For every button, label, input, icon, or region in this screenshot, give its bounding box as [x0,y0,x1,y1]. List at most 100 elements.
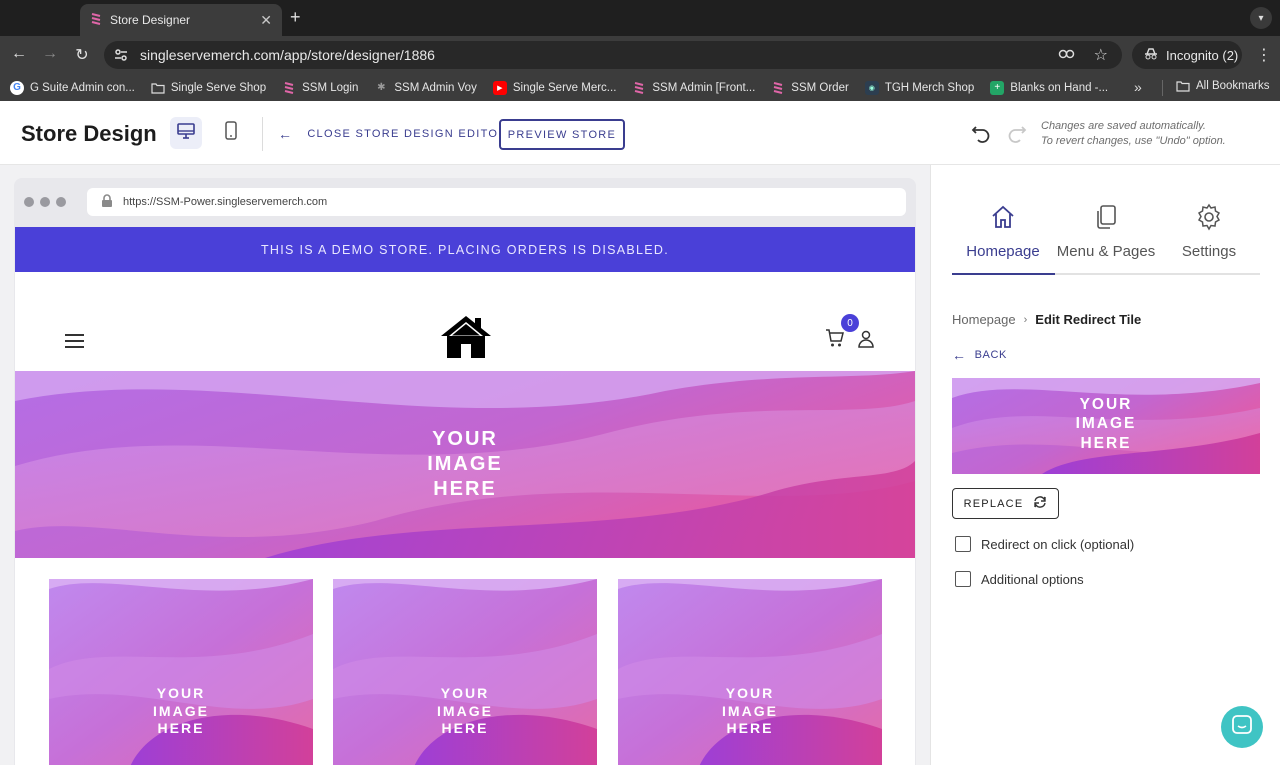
incognito-badge[interactable]: Incognito (2) [1132,41,1242,69]
browser-menu-icon[interactable]: ⋮ [1256,45,1272,65]
placeholder-line: HERE [433,478,497,500]
bookmark-item[interactable]: Single Serve Shop [151,81,266,95]
bookmark-star-icon[interactable]: ☆ [1094,45,1108,65]
image-placeholder-text: YOUR IMAGE HERE [425,685,505,738]
tab-menu-pages[interactable]: Menu & Pages [1055,201,1157,260]
store-preview[interactable]: THIS IS A DEMO STORE. PLACING ORDERS IS … [15,227,915,765]
incognito-icon [1144,47,1158,63]
additional-options-label: Additional options [981,571,1084,587]
store-header[interactable]: 0 [15,272,915,371]
reload-icon[interactable]: ↻ [72,45,92,65]
redirect-tile[interactable]: YOUR IMAGE HERE [618,579,882,765]
tab-homepage[interactable]: Homepage [952,201,1054,260]
arrow-left-icon: ← [952,347,967,363]
editor-panel: Homepage Menu & Pages Settings Homepage … [930,165,1280,765]
additional-options[interactable]: Additional options [955,571,1084,587]
forward-arrow-icon[interactable]: → [40,45,60,63]
bookmark-item[interactable]: SSM Admin [Front... [632,81,755,95]
placeholder-line: HERE [441,720,489,736]
placeholder-line: YOUR [725,685,775,701]
bookmark-item[interactable]: SSM Order [771,81,849,95]
hero-banner-image[interactable]: YOUR IMAGE HERE [15,371,915,558]
bookmark-item[interactable]: G G Suite Admin con... [10,80,135,95]
breadcrumb: Homepage › Edit Redirect Tile [952,312,1141,327]
placeholder-line: HERE [726,720,774,736]
bookmark-item[interactable]: + Blanks on Hand -... [990,80,1108,95]
breadcrumb-root[interactable]: Homepage [952,312,1016,327]
gear-icon [1158,201,1260,233]
site-info-icon[interactable] [114,48,128,62]
all-bookmarks-button[interactable]: All Bookmarks [1176,80,1270,92]
close-editor-link[interactable]: ← CLOSE STORE DESIGN EDITOR [278,126,508,142]
tab-label: Homepage [966,243,1040,260]
address-bar[interactable]: singleservemerch.com/app/store/designer/… [104,41,1122,69]
bookmark-item[interactable]: ✱ SSM Admin Voy [374,81,477,95]
back-link[interactable]: ← BACK [952,347,1007,363]
desktop-icon [176,122,196,145]
redo-icon[interactable] [1006,122,1028,150]
bookmark-item[interactable]: SSM Login [282,81,358,95]
preview-store-button[interactable]: PREVIEW STORE [499,119,625,150]
window-dots [24,197,66,207]
hamburger-menu-icon[interactable] [65,334,84,348]
browser-tab[interactable]: Store Designer ✕ [80,4,282,36]
redirect-tile[interactable]: YOUR IMAGE HERE [333,579,597,765]
chevron-right-icon: › [1023,313,1028,326]
additional-options-checkbox[interactable] [955,571,971,587]
design-canvas: https://SSM-Power.singleservemerch.com T… [0,165,930,765]
autosave-note: Changes are saved automatically. To reve… [1041,119,1226,149]
google-icon: G [10,80,24,95]
redirect-label: Redirect on click (optional) [981,536,1135,552]
youtube-icon: ▶ [492,80,507,95]
arrow-left-icon: ← [278,126,294,142]
placeholder-line: YOUR [156,685,206,701]
tab-title: Store Designer [110,13,191,27]
chat-support-button[interactable] [1221,706,1263,748]
placeholder-line: HERE [157,720,205,736]
bookmark-item[interactable]: ▶ Single Serve Merc... [492,80,616,95]
ssm-logo-icon [90,12,102,29]
new-tab-button[interactable]: + [290,7,301,28]
bookmarks-bar: G G Suite Admin con... Single Serve Shop… [0,74,1280,101]
url-text: singleservemerch.com/app/store/designer/… [140,47,435,63]
tab-search-button[interactable]: ▾ [1250,7,1272,29]
user-account-icon[interactable] [857,330,875,353]
redirect-checkbox[interactable] [955,536,971,552]
gear-logo-icon: ✱ [377,82,386,93]
cart-icon[interactable] [825,328,845,353]
folder-icon [1176,80,1190,92]
mobile-view-button[interactable] [215,117,247,149]
app-header: Store Design ← CLOSE STORE DESIGN EDITOR… [0,101,1280,165]
more-bookmarks-icon[interactable]: » [1134,79,1142,95]
ssm-logo-icon [632,81,646,95]
replace-icon [1033,495,1047,512]
placeholder-line: IMAGE [153,702,209,719]
placeholder-line: IMAGE [722,702,778,719]
placeholder-line: YOUR [432,428,498,450]
redirect-option[interactable]: Redirect on click (optional) [955,536,1134,552]
bookmark-item[interactable]: ◉ TGH Merch Shop [864,80,975,95]
replace-image-button[interactable]: REPLACE [952,488,1059,519]
image-placeholder-text: YOUR IMAGE HERE [710,685,790,738]
bookmark-label: SSM Order [791,81,849,94]
key-icon[interactable] [1058,48,1076,63]
undo-icon[interactable] [970,122,992,150]
close-tab-icon[interactable]: ✕ [260,12,272,29]
incognito-label: Incognito (2) [1166,47,1239,63]
desktop-view-button[interactable] [170,117,202,149]
placeholder-line: YOUR [1079,396,1133,413]
back-arrow-icon[interactable]: ← [9,45,29,63]
redirect-tile[interactable]: YOUR IMAGE HERE [49,579,313,765]
tile-image-preview: YOUR IMAGE HERE [952,378,1260,474]
image-placeholder-text: YOUR IMAGE HERE [141,685,221,738]
preview-url: https://SSM-Power.singleservemerch.com [123,196,328,208]
home-icon [952,201,1054,233]
tab-settings[interactable]: Settings [1158,201,1260,260]
tgh-logo-icon: ◉ [864,80,879,95]
header-divider [262,117,263,151]
pages-icon [1055,201,1157,233]
bookmark-label: TGH Merch Shop [884,81,975,94]
close-editor-label: CLOSE STORE DESIGN EDITOR [307,128,508,140]
home-logo-icon[interactable] [439,314,493,365]
autosave-line: To revert changes, use "Undo" option. [1041,135,1226,147]
